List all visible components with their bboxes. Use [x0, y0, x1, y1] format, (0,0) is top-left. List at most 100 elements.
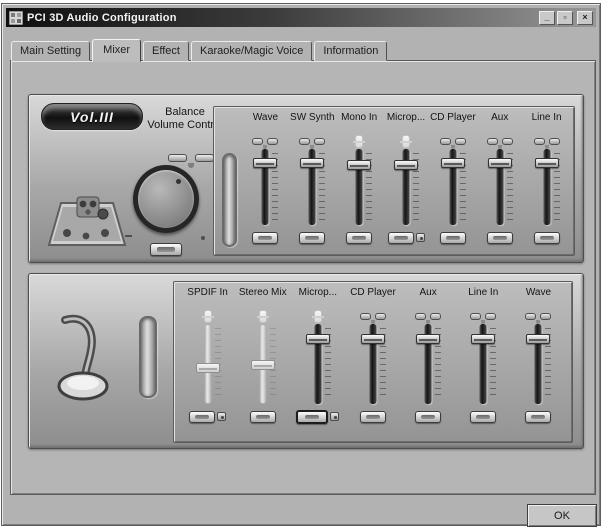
mixer-channel-wave: Wave	[242, 112, 289, 250]
channel-label: Mono In	[341, 112, 378, 123]
slider-thumb[interactable]	[300, 158, 325, 168]
channel-balance-control[interactable]	[525, 311, 552, 321]
slider-thumb[interactable]	[360, 334, 385, 344]
channel-extra-button[interactable]	[217, 412, 227, 421]
channel-extra-button[interactable]	[330, 412, 340, 421]
channel-label: Microp...	[298, 287, 338, 298]
channel-volume-slider[interactable]	[483, 149, 517, 225]
mute-button-slot	[393, 235, 408, 240]
tab-main-setting[interactable]: Main Setting	[11, 41, 91, 61]
channel-mute-button[interactable]	[525, 410, 552, 423]
balance-left-pill	[168, 154, 187, 162]
ok-button[interactable]: OK	[527, 504, 597, 527]
channel-mute-button[interactable]	[359, 410, 386, 423]
channel-button-row	[533, 230, 560, 245]
master-mute-button[interactable]	[150, 243, 182, 256]
channel-button-row	[299, 230, 326, 245]
channel-button-row	[439, 230, 466, 245]
slider-thumb[interactable]	[195, 363, 220, 373]
channel-mute-button[interactable]	[299, 231, 326, 244]
channel-volume-slider[interactable]	[411, 324, 445, 404]
slider-thumb[interactable]	[534, 158, 559, 168]
master-volume-knob[interactable]	[133, 165, 199, 233]
channel-label: CD Player	[350, 287, 396, 298]
balance-right-pill	[430, 312, 442, 320]
tab-mixer[interactable]: Mixer	[92, 39, 142, 62]
channel-mute-button[interactable]	[415, 410, 442, 423]
master-balance-control[interactable]	[165, 152, 217, 164]
channel-mute-button[interactable]	[533, 231, 560, 244]
mute-button-slot	[258, 235, 273, 240]
channel-mute-button[interactable]	[189, 410, 216, 423]
minimize-button[interactable]: _	[539, 10, 555, 25]
channel-volume-slider[interactable]	[295, 149, 329, 225]
slider-thumb[interactable]	[416, 334, 441, 344]
balance-right-pill	[454, 137, 466, 145]
channel-balance-control[interactable]	[470, 311, 497, 321]
channel-volume-slider[interactable]	[301, 324, 335, 404]
slider-thumb[interactable]	[347, 160, 372, 170]
channel-button-row	[249, 409, 276, 424]
mute-button-slot	[492, 235, 507, 240]
tab-karaoke-magic-voice[interactable]: Karaoke/Magic Voice	[190, 41, 313, 61]
mute-button-slot	[255, 414, 270, 419]
balance-left-pill	[252, 137, 264, 145]
channel-volume-slider[interactable]	[342, 149, 376, 225]
channel-button-row	[189, 409, 227, 424]
channel-mute-button[interactable]	[439, 231, 466, 244]
channel-balance-control[interactable]	[359, 311, 386, 321]
channel-balance-control[interactable]	[415, 311, 442, 321]
mute-button-slot	[421, 414, 436, 419]
channel-label: Line In	[468, 287, 499, 298]
close-button[interactable]: ×	[577, 10, 593, 25]
playback-mixer-panel: Vol.III Balance Volume Control Wave SW S…	[28, 94, 584, 263]
slider-thumb[interactable]	[471, 334, 496, 344]
channel-label: SPDIF In	[187, 287, 228, 298]
balance-left-pill	[486, 137, 498, 145]
channel-balance-control[interactable]	[533, 136, 560, 146]
channel-extra-button[interactable]	[415, 233, 425, 242]
channel-volume-slider[interactable]	[356, 324, 390, 404]
mixer-tab-page: Vol.III Balance Volume Control Wave SW S…	[10, 60, 596, 495]
knob-indicator-dot	[176, 179, 181, 184]
slider-thumb[interactable]	[253, 158, 278, 168]
balance-left-pill	[439, 137, 451, 145]
mute-button-slot	[476, 414, 491, 419]
channel-mute-button[interactable]	[296, 409, 329, 424]
channel-mute-button[interactable]	[486, 231, 513, 244]
channel-volume-slider[interactable]	[389, 149, 423, 225]
slider-thumb[interactable]	[440, 158, 465, 168]
mixer-channel-aux: Aux	[401, 287, 456, 437]
channel-label: Wave	[525, 287, 552, 298]
channel-volume-slider[interactable]	[521, 324, 555, 404]
slider-thumb[interactable]	[526, 334, 551, 344]
tab-information[interactable]: Information	[314, 41, 388, 61]
slider-thumb[interactable]	[394, 160, 418, 170]
channel-volume-slider[interactable]	[466, 324, 500, 404]
channel-balance-control[interactable]	[299, 136, 326, 146]
balance-left-pill	[415, 312, 427, 320]
channel-balance-control[interactable]	[486, 136, 513, 146]
slider-thumb[interactable]	[487, 158, 512, 168]
channel-mute-button[interactable]	[249, 410, 276, 423]
channel-balance-control[interactable]	[252, 136, 279, 146]
mono-indicator	[311, 309, 324, 323]
channel-volume-slider[interactable]	[530, 149, 564, 225]
channel-mute-button[interactable]	[387, 231, 414, 244]
playback-level-meter	[222, 153, 237, 247]
slider-thumb[interactable]	[250, 360, 275, 370]
channel-volume-slider[interactable]	[248, 149, 282, 225]
channel-volume-slider[interactable]	[436, 149, 470, 225]
maximize-button[interactable]: ▫	[557, 10, 573, 25]
channel-balance-control[interactable]	[439, 136, 466, 146]
channel-volume-slider[interactable]	[246, 324, 280, 404]
mute-button-slot	[157, 247, 175, 252]
channel-button-row	[415, 409, 442, 424]
tab-effect[interactable]: Effect	[143, 41, 189, 61]
channel-mute-button[interactable]	[346, 231, 373, 244]
channel-mute-button[interactable]	[252, 231, 279, 244]
channel-volume-slider[interactable]	[191, 324, 225, 404]
channel-mute-button[interactable]	[470, 410, 497, 423]
channel-label: Aux	[419, 287, 437, 298]
slider-thumb[interactable]	[305, 334, 330, 344]
